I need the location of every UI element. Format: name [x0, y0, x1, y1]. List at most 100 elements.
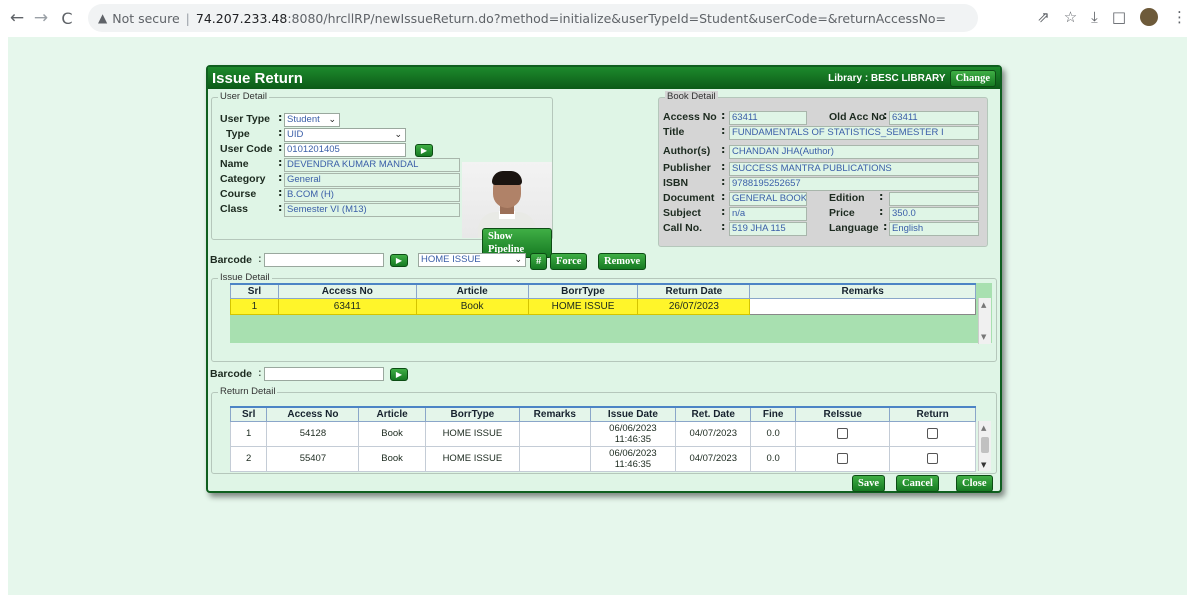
table-row[interactable]: 2 55407 Book HOME ISSUE 06/06/2023 11:46:…	[230, 445, 976, 472]
table-row[interactable]: 1 63411 Book HOME ISSUE 26/07/2023	[230, 297, 976, 315]
isbn-field: 9788195252657	[729, 177, 979, 191]
security-status[interactable]: Not secure	[112, 11, 179, 26]
remove-button[interactable]: Remove	[598, 253, 647, 270]
issue-table: Srl Access No Article BorrType Return Da…	[230, 283, 976, 315]
language-label: Language	[829, 222, 879, 234]
id-type-value: UID	[287, 129, 304, 140]
url-separator: |	[185, 10, 190, 26]
cell-article: Book	[415, 297, 529, 315]
colon: :	[278, 141, 283, 154]
colon: :	[883, 220, 888, 233]
old-acc-no-field: 63411	[889, 111, 979, 125]
cell-fine: 0.0	[750, 420, 797, 447]
category-label: Category	[220, 173, 266, 185]
return-checkbox[interactable]	[927, 427, 939, 439]
col-header-remarks: Remarks	[518, 406, 591, 422]
cell-borrtype: HOME ISSUE	[424, 445, 520, 472]
edition-label: Edition	[829, 192, 865, 204]
cell-access-no: 54128	[266, 420, 360, 447]
issue-date: 06/06/2023	[609, 422, 657, 434]
cell-return	[889, 420, 976, 447]
forward-arrow-icon[interactable]: →	[30, 8, 52, 28]
cell-srl: 1	[230, 297, 279, 315]
col-header-issue-date: Issue Date	[589, 406, 677, 422]
return-checkbox[interactable]	[927, 452, 939, 464]
library-area: Library : BESC LIBRARY Change	[828, 69, 996, 87]
scroll-down-icon[interactable]: ▼	[981, 461, 986, 469]
colon: :	[278, 111, 283, 124]
call-no-label: Call No.	[663, 222, 703, 234]
user-code-input[interactable]: 0101201405	[284, 143, 406, 157]
cell-article: Book	[358, 420, 426, 447]
scroll-thumb[interactable]	[981, 437, 989, 453]
remarks-input[interactable]	[749, 297, 976, 315]
barcode-label: Barcode	[210, 254, 253, 266]
side-panel-icon[interactable]: □	[1112, 8, 1126, 26]
close-button[interactable]: Close	[956, 475, 993, 492]
colon: :	[721, 220, 726, 233]
save-button[interactable]: Save	[852, 475, 885, 492]
menu-kebab-icon[interactable]: ⋮	[1172, 8, 1187, 26]
scroll-up-icon[interactable]: ▲	[981, 301, 986, 309]
barcode-input[interactable]	[264, 253, 384, 267]
profile-avatar-icon[interactable]	[1140, 8, 1158, 26]
user-detail-section: User Detail User Type : Student ⌄ Type : …	[211, 91, 553, 258]
class-field: Semester VI (M13)	[284, 203, 460, 217]
issue-time: 11:46:35	[614, 433, 652, 445]
cell-borrtype: HOME ISSUE	[424, 420, 520, 447]
reload-icon[interactable]: C	[56, 9, 78, 28]
hash-button[interactable]: #	[530, 253, 548, 270]
issue-return-dialog: Issue Return Library : BESC LIBRARY Chan…	[206, 65, 1002, 493]
user-code-go-button[interactable]: ▶	[415, 144, 433, 157]
reissue-checkbox[interactable]	[837, 452, 849, 464]
table-row[interactable]: 1 54128 Book HOME ISSUE 06/06/2023 11:46:…	[230, 420, 976, 447]
colon: :	[258, 366, 262, 379]
cell-ret-date: 04/07/2023	[675, 420, 752, 447]
category-field: General	[284, 173, 460, 187]
reissue-checkbox[interactable]	[837, 427, 849, 439]
cell-borrtype: HOME ISSUE	[527, 297, 639, 315]
cell-fine: 0.0	[750, 445, 797, 472]
document-field: GENERAL BOOK	[729, 192, 807, 206]
col-header-return-date: Return Date	[637, 283, 751, 299]
warning-triangle-icon: ▲	[98, 11, 108, 25]
change-library-button[interactable]: Change	[949, 69, 996, 87]
title-field: FUNDAMENTALS OF STATISTICS_SEMESTER I	[729, 126, 979, 140]
return-table: Srl Access No Article BorrType Remarks I…	[230, 406, 976, 472]
scroll-down-icon[interactable]: ▼	[981, 333, 986, 341]
access-no-label: Access No	[663, 111, 717, 123]
colon: :	[721, 124, 726, 137]
cell-article: Book	[358, 445, 426, 472]
force-button[interactable]: Force	[550, 253, 588, 270]
title-label: Title	[663, 126, 685, 138]
id-type-select[interactable]: UID ⌄	[284, 128, 406, 142]
return-barcode-input[interactable]	[264, 367, 384, 381]
name-field: DEVENDRA KUMAR MANDAL	[284, 158, 460, 172]
user-code-label: User Code	[220, 143, 273, 155]
return-barcode-go-button[interactable]: ▶	[390, 368, 408, 381]
share-icon[interactable]: ⇗	[1037, 8, 1050, 26]
issue-type-select[interactable]: HOME ISSUE ⌄	[418, 253, 526, 267]
issue-table-scrollbar[interactable]: ▲ ▼	[978, 298, 991, 344]
colon: :	[883, 109, 888, 122]
return-table-scrollbar[interactable]: ▲ ▼	[978, 421, 991, 471]
cell-srl: 1	[230, 420, 268, 447]
download-icon[interactable]: ⤓	[1091, 8, 1098, 26]
colon: :	[278, 171, 283, 184]
colon: :	[278, 201, 283, 214]
user-type-select[interactable]: Student ⌄	[284, 113, 340, 127]
issue-type-value: HOME ISSUE	[421, 254, 481, 265]
return-detail-legend: Return Detail	[218, 386, 278, 398]
library-label: Library : BESC LIBRARY	[828, 72, 946, 84]
chevron-down-icon: ⌄	[328, 114, 336, 124]
issue-table-area: Srl Access No Article BorrType Return Da…	[230, 283, 992, 344]
bookmark-star-icon[interactable]: ☆	[1064, 8, 1077, 26]
back-arrow-icon[interactable]: ←	[6, 8, 28, 28]
cancel-button[interactable]: Cancel	[896, 475, 939, 492]
scroll-up-icon[interactable]: ▲	[981, 424, 986, 432]
address-bar[interactable]: ▲ Not secure | 74.207.233.48:8080/hrcllR…	[88, 4, 978, 32]
col-header-article: Article	[415, 283, 529, 299]
chevron-down-icon: ⌄	[514, 254, 522, 264]
barcode-go-button[interactable]: ▶	[390, 254, 408, 267]
col-header-return: Return	[889, 406, 976, 422]
